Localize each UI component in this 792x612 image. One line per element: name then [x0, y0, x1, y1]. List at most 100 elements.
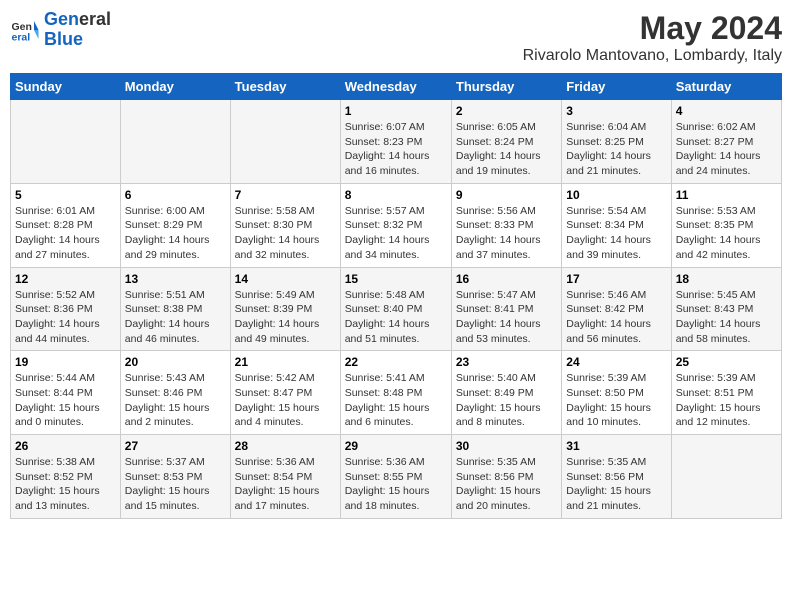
day-number: 30	[456, 439, 557, 453]
day-number: 11	[676, 188, 777, 202]
day-info: Sunrise: 5:44 AMSunset: 8:44 PMDaylight:…	[15, 371, 116, 430]
day-info: Sunrise: 6:07 AMSunset: 8:23 PMDaylight:…	[345, 120, 447, 179]
day-number: 16	[456, 272, 557, 286]
calendar-row: 5Sunrise: 6:01 AMSunset: 8:28 PMDaylight…	[11, 183, 782, 267]
calendar-cell: 3 Sunrise: 6:04 AMSunset: 8:25 PMDaylight…	[562, 100, 671, 184]
svg-text:eral: eral	[12, 31, 31, 43]
calendar-cell: 7 Sunrise: 5:58 AMSunset: 8:30 PMDaylight…	[230, 183, 340, 267]
calendar-cell	[671, 435, 781, 519]
day-number: 10	[566, 188, 666, 202]
calendar-cell: 13Sunrise: 5:51 AMSunset: 8:38 PMDayligh…	[120, 267, 230, 351]
calendar-cell: 14Sunrise: 5:49 AMSunset: 8:39 PMDayligh…	[230, 267, 340, 351]
header-saturday: Saturday	[671, 74, 781, 100]
day-info: Sunrise: 5:37 AMSunset: 8:53 PMDaylight:…	[125, 455, 226, 514]
day-number: 4	[676, 104, 777, 118]
calendar-cell: 28 Sunrise: 5:36 AMSunset: 8:54 PMDayligh…	[230, 435, 340, 519]
day-info: Sunrise: 5:54 AMSunset: 8:34 PMDaylight:…	[566, 204, 666, 263]
calendar-cell: 18Sunrise: 5:45 AMSunset: 8:43 PMDayligh…	[671, 267, 781, 351]
calendar-row: 26Sunrise: 5:38 AMSunset: 8:52 PMDayligh…	[11, 435, 782, 519]
header-monday: Monday	[120, 74, 230, 100]
day-number: 26	[15, 439, 116, 453]
day-number: 7	[235, 188, 336, 202]
logo-text: GeneralBlue	[44, 10, 111, 50]
day-number: 6	[125, 188, 226, 202]
day-info: Sunrise: 5:35 AMSunset: 8:56 PMDaylight:…	[566, 455, 666, 514]
day-number: 3	[566, 104, 666, 118]
day-number: 1	[345, 104, 447, 118]
calendar-cell: 20 Sunrise: 5:43 AMSunset: 8:46 PMDayligh…	[120, 351, 230, 435]
calendar-cell: 4 Sunrise: 6:02 AMSunset: 8:27 PMDaylight…	[671, 100, 781, 184]
day-info: Sunrise: 5:52 AMSunset: 8:36 PMDaylight:…	[15, 288, 116, 347]
day-info: Sunrise: 5:40 AMSunset: 8:49 PMDaylight:…	[456, 371, 557, 430]
day-number: 12	[15, 272, 116, 286]
day-info: Sunrise: 5:39 AMSunset: 8:51 PMDaylight:…	[676, 371, 777, 430]
calendar-cell: 23 Sunrise: 5:40 AMSunset: 8:49 PMDayligh…	[451, 351, 561, 435]
logo-icon: Gen eral	[10, 15, 40, 45]
day-info: Sunrise: 6:04 AMSunset: 8:25 PMDaylight:…	[566, 120, 666, 179]
logo: Gen eral GeneralBlue	[10, 10, 111, 50]
calendar-cell: 30 Sunrise: 5:35 AMSunset: 8:56 PMDayligh…	[451, 435, 561, 519]
header-sunday: Sunday	[11, 74, 121, 100]
calendar-row: 12 Sunrise: 5:52 AMSunset: 8:36 PMDayligh…	[11, 267, 782, 351]
day-info: Sunrise: 5:47 AMSunset: 8:41 PMDaylight:…	[456, 288, 557, 347]
day-info: Sunrise: 5:35 AMSunset: 8:56 PMDaylight:…	[456, 455, 557, 514]
day-info: Sunrise: 5:51 AMSunset: 8:38 PMDaylight:…	[125, 288, 226, 347]
day-info: Sunrise: 6:01 AMSunset: 8:28 PMDaylight:…	[15, 204, 116, 263]
day-info: Sunrise: 6:00 AMSunset: 8:29 PMDaylight:…	[125, 204, 226, 263]
calendar-cell: 24Sunrise: 5:39 AMSunset: 8:50 PMDayligh…	[562, 351, 671, 435]
day-info: Sunrise: 5:58 AMSunset: 8:30 PMDaylight:…	[235, 204, 336, 263]
header-tuesday: Tuesday	[230, 74, 340, 100]
day-info: Sunrise: 5:48 AMSunset: 8:40 PMDaylight:…	[345, 288, 447, 347]
calendar-subtitle: Rivarolo Mantovano, Lombardy, Italy	[523, 47, 782, 65]
day-info: Sunrise: 5:36 AMSunset: 8:55 PMDaylight:…	[345, 455, 447, 514]
calendar-title: May 2024	[523, 10, 782, 47]
calendar-cell: 21Sunrise: 5:42 AMSunset: 8:47 PMDayligh…	[230, 351, 340, 435]
calendar-cell: 2 Sunrise: 6:05 AMSunset: 8:24 PMDaylight…	[451, 100, 561, 184]
calendar-cell: 11 Sunrise: 5:53 AMSunset: 8:35 PMDayligh…	[671, 183, 781, 267]
calendar-cell	[11, 100, 121, 184]
day-number: 17	[566, 272, 666, 286]
day-info: Sunrise: 5:53 AMSunset: 8:35 PMDaylight:…	[676, 204, 777, 263]
calendar-cell: 19Sunrise: 5:44 AMSunset: 8:44 PMDayligh…	[11, 351, 121, 435]
day-info: Sunrise: 5:57 AMSunset: 8:32 PMDaylight:…	[345, 204, 447, 263]
day-info: Sunrise: 5:41 AMSunset: 8:48 PMDaylight:…	[345, 371, 447, 430]
day-number: 20	[125, 355, 226, 369]
calendar-cell: 8 Sunrise: 5:57 AMSunset: 8:32 PMDaylight…	[340, 183, 451, 267]
day-info: Sunrise: 5:56 AMSunset: 8:33 PMDaylight:…	[456, 204, 557, 263]
calendar-cell: 29 Sunrise: 5:36 AMSunset: 8:55 PMDayligh…	[340, 435, 451, 519]
day-number: 29	[345, 439, 447, 453]
page-header: Gen eral GeneralBlue May 2024 Rivarolo M…	[10, 10, 782, 65]
calendar-row: 1 Sunrise: 6:07 AMSunset: 8:23 PMDaylight…	[11, 100, 782, 184]
calendar-cell: 5Sunrise: 6:01 AMSunset: 8:28 PMDaylight…	[11, 183, 121, 267]
day-info: Sunrise: 5:45 AMSunset: 8:43 PMDaylight:…	[676, 288, 777, 347]
day-number: 21	[235, 355, 336, 369]
day-info: Sunrise: 5:36 AMSunset: 8:54 PMDaylight:…	[235, 455, 336, 514]
day-number: 25	[676, 355, 777, 369]
day-number: 2	[456, 104, 557, 118]
day-info: Sunrise: 6:05 AMSunset: 8:24 PMDaylight:…	[456, 120, 557, 179]
title-block: May 2024 Rivarolo Mantovano, Lombardy, I…	[523, 10, 782, 65]
day-info: Sunrise: 5:43 AMSunset: 8:46 PMDaylight:…	[125, 371, 226, 430]
day-info: Sunrise: 6:02 AMSunset: 8:27 PMDaylight:…	[676, 120, 777, 179]
header-friday: Friday	[562, 74, 671, 100]
calendar-cell: 31Sunrise: 5:35 AMSunset: 8:56 PMDayligh…	[562, 435, 671, 519]
day-info: Sunrise: 5:46 AMSunset: 8:42 PMDaylight:…	[566, 288, 666, 347]
day-info: Sunrise: 5:39 AMSunset: 8:50 PMDaylight:…	[566, 371, 666, 430]
calendar-cell: 10 Sunrise: 5:54 AMSunset: 8:34 PMDayligh…	[562, 183, 671, 267]
calendar-cell: 1 Sunrise: 6:07 AMSunset: 8:23 PMDaylight…	[340, 100, 451, 184]
calendar-cell: 15Sunrise: 5:48 AMSunset: 8:40 PMDayligh…	[340, 267, 451, 351]
day-number: 28	[235, 439, 336, 453]
calendar-cell: 6 Sunrise: 6:00 AMSunset: 8:29 PMDaylight…	[120, 183, 230, 267]
calendar-cell: 9 Sunrise: 5:56 AMSunset: 8:33 PMDaylight…	[451, 183, 561, 267]
calendar-cell: 17 Sunrise: 5:46 AMSunset: 8:42 PMDayligh…	[562, 267, 671, 351]
calendar-cell: 25 Sunrise: 5:39 AMSunset: 8:51 PMDayligh…	[671, 351, 781, 435]
calendar-cell: 26Sunrise: 5:38 AMSunset: 8:52 PMDayligh…	[11, 435, 121, 519]
day-number: 27	[125, 439, 226, 453]
day-number: 14	[235, 272, 336, 286]
day-number: 9	[456, 188, 557, 202]
calendar-cell	[230, 100, 340, 184]
calendar-cell: 27 Sunrise: 5:37 AMSunset: 8:53 PMDayligh…	[120, 435, 230, 519]
header-wednesday: Wednesday	[340, 74, 451, 100]
day-number: 23	[456, 355, 557, 369]
day-number: 8	[345, 188, 447, 202]
